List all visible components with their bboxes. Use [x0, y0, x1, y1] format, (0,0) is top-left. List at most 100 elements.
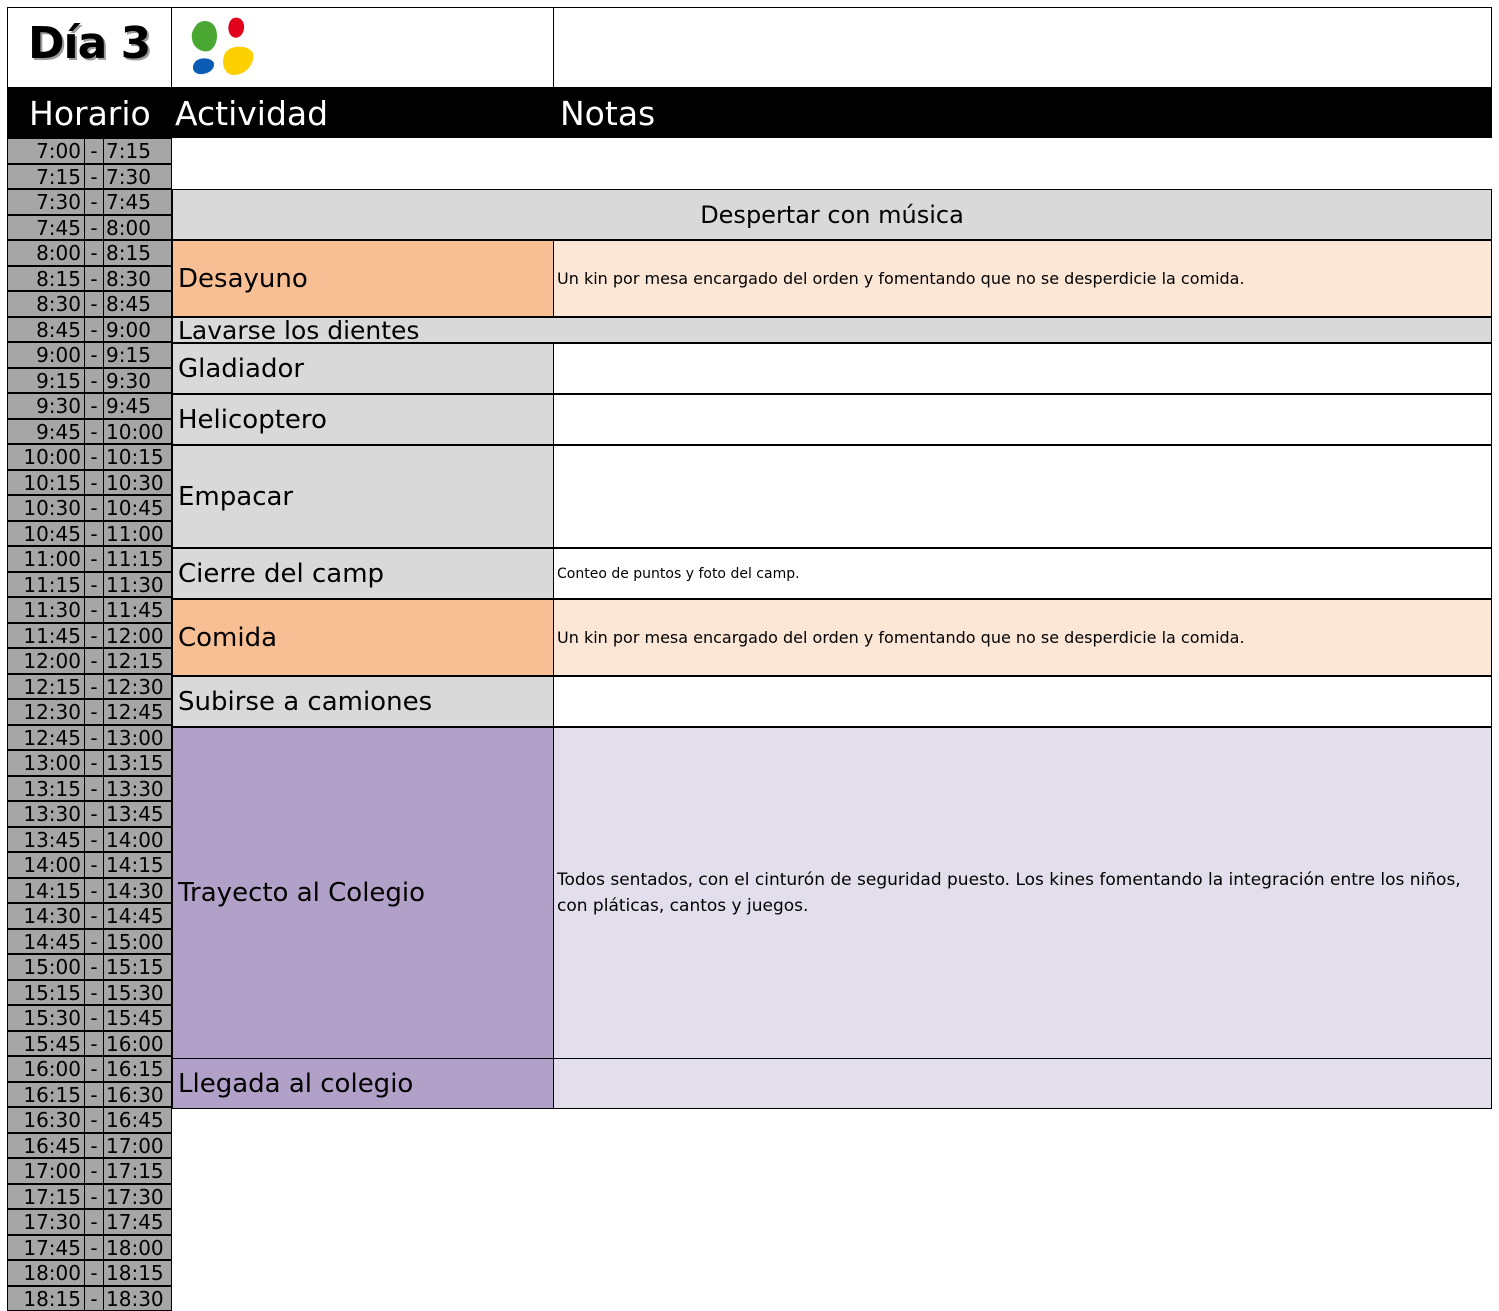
time-dash: - [85, 597, 104, 623]
time-end: 11:45 [104, 597, 172, 623]
time-start: 12:45 [7, 724, 85, 750]
notes-top-cell [553, 7, 1492, 88]
empacar-note [553, 445, 1492, 548]
time-start: 15:15 [7, 979, 85, 1005]
time-dash: - [85, 724, 104, 750]
comida-activity: Comida [172, 599, 554, 676]
time-row: 8:00-8:15 [7, 240, 172, 266]
gladiador-note [553, 343, 1492, 394]
time-end: 8:30 [104, 265, 172, 291]
time-end: 9:45 [104, 393, 172, 419]
time-end: 10:15 [104, 444, 172, 470]
time-end: 12:30 [104, 673, 172, 699]
time-end: 12:00 [104, 622, 172, 648]
header-notas: Notas [560, 94, 656, 133]
time-row: 10:30-10:45 [7, 495, 172, 521]
time-end: 16:30 [104, 1081, 172, 1107]
time-dash: - [85, 520, 104, 546]
time-dash: - [85, 622, 104, 648]
gladiador-activity: Gladiador [172, 343, 554, 394]
time-end: 8:45 [104, 291, 172, 317]
time-end: 12:15 [104, 648, 172, 674]
time-dash: - [85, 393, 104, 419]
llegada-activity: Llegada al colegio [172, 1058, 554, 1109]
time-start: 10:30 [7, 495, 85, 521]
lavarse-block: Lavarse los dientes [172, 317, 1492, 343]
time-start: 14:00 [7, 852, 85, 878]
time-dash: - [85, 1183, 104, 1209]
time-start: 16:45 [7, 1132, 85, 1158]
time-end: 15:15 [104, 954, 172, 980]
helicoptero-note [553, 394, 1492, 445]
time-dash: - [85, 316, 104, 342]
time-end: 18:00 [104, 1234, 172, 1260]
time-dash: - [85, 1056, 104, 1082]
time-start: 16:15 [7, 1081, 85, 1107]
time-row: 13:45-14:00 [7, 826, 172, 852]
time-dash: - [85, 673, 104, 699]
time-row: 16:45-17:00 [7, 1132, 172, 1158]
time-end: 13:30 [104, 775, 172, 801]
time-dash: - [85, 418, 104, 444]
desayuno-note: Un kin por mesa encargado del orden y fo… [553, 240, 1492, 317]
time-row: 14:30-14:45 [7, 903, 172, 929]
time-end: 14:45 [104, 903, 172, 929]
time-row: 14:45-15:00 [7, 928, 172, 954]
cierre-note: Conteo de puntos y foto del camp. [553, 548, 1492, 599]
time-dash: - [85, 979, 104, 1005]
time-row: 16:15-16:30 [7, 1081, 172, 1107]
desayuno-activity: Desayuno [172, 240, 554, 317]
time-start: 15:00 [7, 954, 85, 980]
time-end: 10:30 [104, 469, 172, 495]
time-start: 10:00 [7, 444, 85, 470]
time-end: 7:45 [104, 189, 172, 215]
four-petal-colored-logo-icon [191, 17, 254, 76]
time-end: 17:30 [104, 1183, 172, 1209]
time-end: 15:30 [104, 979, 172, 1005]
time-start: 11:15 [7, 571, 85, 597]
time-dash: - [85, 342, 104, 368]
time-start: 7:30 [7, 189, 85, 215]
time-end: 9:15 [104, 342, 172, 368]
time-row: 15:15-15:30 [7, 979, 172, 1005]
time-start: 9:30 [7, 393, 85, 419]
time-start: 7:45 [7, 214, 85, 240]
time-end: 15:00 [104, 928, 172, 954]
subirse-note [553, 676, 1492, 727]
time-start: 11:00 [7, 546, 85, 572]
time-dash: - [85, 367, 104, 393]
time-dash: - [85, 826, 104, 852]
time-dash: - [85, 444, 104, 470]
time-row: 12:15-12:30 [7, 673, 172, 699]
time-row: 12:30-12:45 [7, 699, 172, 725]
time-row: 9:30-9:45 [7, 393, 172, 419]
time-end: 18:15 [104, 1260, 172, 1286]
time-end: 9:00 [104, 316, 172, 342]
time-row: 7:30-7:45 [7, 189, 172, 215]
time-column: 7:00-7:15 7:15-7:30 7:30-7:45 7:45-8:00 8:00… [7, 138, 172, 1311]
time-dash: - [85, 1234, 104, 1260]
time-end: 16:00 [104, 1030, 172, 1056]
time-start: 9:45 [7, 418, 85, 444]
subirse-activity: Subirse a camiones [172, 676, 554, 727]
time-start: 13:00 [7, 750, 85, 776]
time-dash: - [85, 469, 104, 495]
time-end: 14:30 [104, 877, 172, 903]
helicoptero-activity: Helicoptero [172, 394, 554, 445]
time-row: 15:30-15:45 [7, 1005, 172, 1031]
time-row: 12:45-13:00 [7, 724, 172, 750]
time-start: 13:45 [7, 826, 85, 852]
time-row: 9:45-10:00 [7, 418, 172, 444]
time-dash: - [85, 265, 104, 291]
time-start: 16:00 [7, 1056, 85, 1082]
time-dash: - [85, 1260, 104, 1286]
time-end: 17:00 [104, 1132, 172, 1158]
time-start: 18:15 [7, 1285, 85, 1311]
time-row: 11:45-12:00 [7, 622, 172, 648]
time-end: 12:45 [104, 699, 172, 725]
time-row: 9:00-9:15 [7, 342, 172, 368]
time-dash: - [85, 1030, 104, 1056]
llegada-note [553, 1058, 1492, 1109]
time-row: 8:15-8:30 [7, 265, 172, 291]
comida-note: Un kin por mesa encargado del orden y fo… [553, 599, 1492, 676]
